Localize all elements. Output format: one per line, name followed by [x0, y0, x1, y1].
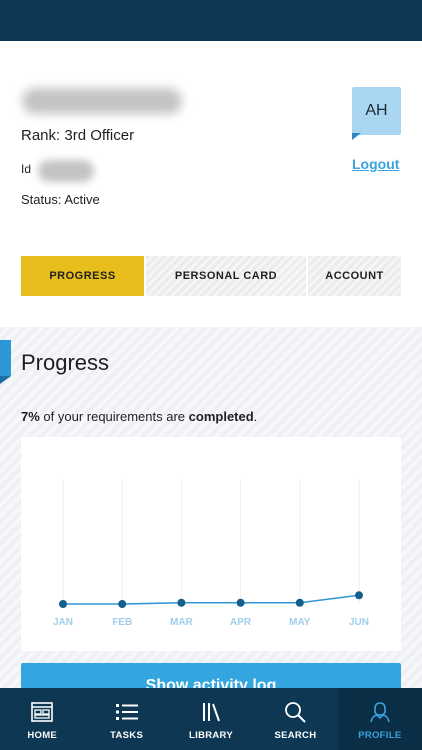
x-tick-label: JAN [53, 617, 73, 628]
logout-link[interactable]: Logout [352, 156, 399, 172]
id-label: Id [21, 162, 32, 176]
x-tick-label: FEB [112, 617, 132, 628]
home-grid-icon [30, 700, 54, 724]
data-point-mar[interactable] [177, 598, 186, 607]
tab-account[interactable]: ACCOUNT [308, 256, 401, 296]
data-point-apr[interactable] [236, 598, 245, 607]
redacted-name [22, 88, 182, 114]
library-icon [199, 700, 223, 724]
nav-tasks-label: TASKS [110, 730, 144, 741]
x-tick-label: MAR [170, 617, 194, 628]
progress-percent: 7% [21, 409, 40, 424]
nav-profile-label: PROFILE [358, 730, 402, 741]
data-point-feb[interactable] [118, 600, 127, 608]
progress-completed: completed [188, 409, 254, 424]
section-accent [0, 340, 11, 376]
nav-home-label: HOME [27, 730, 58, 741]
status-value: Active [64, 192, 100, 207]
progress-title: Progress [21, 350, 110, 375]
nav-library-label: LIBRARY [189, 730, 233, 741]
nav-home[interactable]: HOME [0, 688, 84, 750]
avatar-tail [352, 133, 361, 140]
search-icon [283, 700, 307, 724]
section-accent-tail [0, 376, 11, 384]
person-icon [368, 700, 392, 724]
progress-line-chart: JAN FEB MAR APR MAY JUN [53, 479, 369, 628]
nav-profile[interactable]: PROFILE [337, 688, 422, 750]
x-tick-label: JUN [349, 617, 369, 628]
nav-library[interactable]: LIBRARY [169, 688, 253, 750]
status-bar [0, 0, 422, 41]
tab-progress[interactable]: PROGRESS [21, 256, 144, 296]
tab-personal-card[interactable]: PERSONAL CARD [146, 256, 306, 296]
bottom-nav: HOME TASKS LIBRARY SEARCH PROFILE [0, 688, 422, 750]
progress-chart-card: JAN FEB MAR APR MAY JUN [21, 437, 401, 651]
nav-tasks[interactable]: TASKS [84, 688, 168, 750]
list-icon [115, 700, 139, 724]
status-label: Status: [21, 192, 65, 207]
avatar[interactable]: AH [352, 87, 401, 135]
status-text: Status: Active [21, 192, 100, 207]
x-tick-label: MAY [289, 617, 311, 628]
data-point-jun[interactable] [355, 591, 363, 600]
data-point-jan[interactable] [59, 600, 67, 608]
progress-middle: of your requirements are [39, 409, 189, 424]
rank-text: Rank: 3rd Officer [21, 127, 135, 144]
data-point-may[interactable] [295, 598, 304, 607]
progress-end: . [253, 409, 258, 424]
redacted-id [38, 160, 94, 182]
x-tick-label: APR [230, 617, 252, 628]
progress-series-line [63, 594, 360, 605]
nav-search[interactable]: SEARCH [253, 688, 337, 750]
profile-tabs: PROGRESS PERSONAL CARD ACCOUNT [21, 256, 401, 296]
nav-search-label: SEARCH [274, 730, 317, 741]
avatar-initials: AH [365, 102, 388, 119]
progress-summary: 7% of your requirements are completed. [21, 409, 257, 424]
